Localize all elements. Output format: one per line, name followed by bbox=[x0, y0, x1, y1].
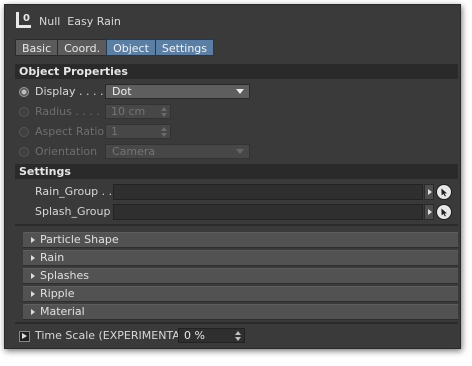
orientation-label: Orientation bbox=[35, 145, 98, 158]
splash-group-link-field[interactable] bbox=[113, 204, 423, 220]
orientation-animate-radio bbox=[19, 147, 29, 157]
splash-group-menu-arrow-icon[interactable] bbox=[424, 204, 434, 220]
chevron-down-icon bbox=[236, 89, 244, 94]
splash-group-pick-object-icon[interactable] bbox=[436, 204, 452, 220]
object-title: Null Easy Rain bbox=[39, 15, 121, 28]
triangle-right-icon bbox=[31, 255, 35, 261]
group-splashes[interactable]: Splashes bbox=[23, 268, 458, 284]
aspect-ratio-field: 1 bbox=[105, 124, 171, 139]
rain-group-link-field[interactable] bbox=[113, 184, 423, 200]
orientation-value: Camera bbox=[112, 145, 156, 158]
tab-bar: Basic Coord. Object Settings bbox=[15, 39, 215, 56]
group-rain[interactable]: Rain bbox=[23, 250, 458, 266]
spinner-icon bbox=[161, 107, 167, 117]
spinner-icon[interactable] bbox=[235, 331, 241, 341]
orientation-dropdown: Camera bbox=[105, 144, 250, 159]
divider bbox=[15, 224, 458, 226]
attribute-manager-panel: 0 Null Easy Rain Basic Coord. Object Set… bbox=[4, 4, 461, 349]
tab-settings[interactable]: Settings bbox=[154, 39, 215, 56]
rain-group-pick-object-icon[interactable] bbox=[436, 184, 452, 200]
group-ripple[interactable]: Ripple bbox=[23, 286, 458, 302]
aspect-ratio-value: 1 bbox=[111, 125, 118, 138]
radius-animate-radio bbox=[19, 107, 29, 117]
display-dropdown[interactable]: Dot bbox=[105, 84, 250, 99]
rain-group-menu-arrow-icon[interactable] bbox=[424, 184, 434, 200]
radius-value: 10 cm bbox=[111, 105, 146, 118]
chevron-down-icon bbox=[236, 149, 244, 154]
tab-basic[interactable]: Basic bbox=[15, 39, 59, 56]
triangle-right-icon bbox=[31, 273, 35, 279]
group-label: Rain bbox=[40, 251, 65, 264]
settings-header: Settings bbox=[15, 164, 458, 179]
tab-coord[interactable]: Coord. bbox=[57, 39, 108, 56]
group-material[interactable]: Material bbox=[23, 304, 458, 320]
radius-label: Radius . . . . bbox=[35, 105, 100, 118]
group-label: Particle Shape bbox=[40, 233, 119, 246]
triangle-right-icon bbox=[31, 291, 35, 297]
display-animate-radio[interactable] bbox=[19, 87, 29, 97]
divider bbox=[15, 322, 458, 324]
splash-group-label: Splash_Group bbox=[35, 205, 111, 218]
radius-field: 10 cm bbox=[105, 104, 171, 119]
aspect-ratio-label: Aspect Ratio bbox=[35, 125, 105, 138]
time-scale-value: 0 % bbox=[184, 329, 205, 342]
group-label: Ripple bbox=[40, 287, 75, 300]
rain-group-label: Rain_Group . . bbox=[35, 185, 113, 198]
null-object-icon: 0 bbox=[16, 12, 31, 28]
tab-object[interactable]: Object bbox=[106, 39, 156, 56]
aspect-ratio-animate-radio bbox=[19, 127, 29, 137]
group-particle-shape[interactable]: Particle Shape bbox=[23, 232, 458, 248]
time-scale-label: Time Scale (EXPERIMENTAL) bbox=[35, 329, 191, 342]
group-label: Material bbox=[40, 305, 85, 318]
keyframe-icon[interactable] bbox=[19, 331, 30, 342]
display-label: Display . . . . bbox=[35, 85, 104, 98]
triangle-right-icon bbox=[31, 309, 35, 315]
object-properties-header: Object Properties bbox=[15, 64, 458, 79]
display-value: Dot bbox=[112, 85, 132, 98]
title-icon-number: 0 bbox=[23, 13, 30, 24]
time-scale-field[interactable]: 0 % bbox=[178, 328, 245, 343]
group-label: Splashes bbox=[40, 269, 89, 282]
triangle-right-icon bbox=[31, 237, 35, 243]
spinner-icon bbox=[161, 127, 167, 137]
